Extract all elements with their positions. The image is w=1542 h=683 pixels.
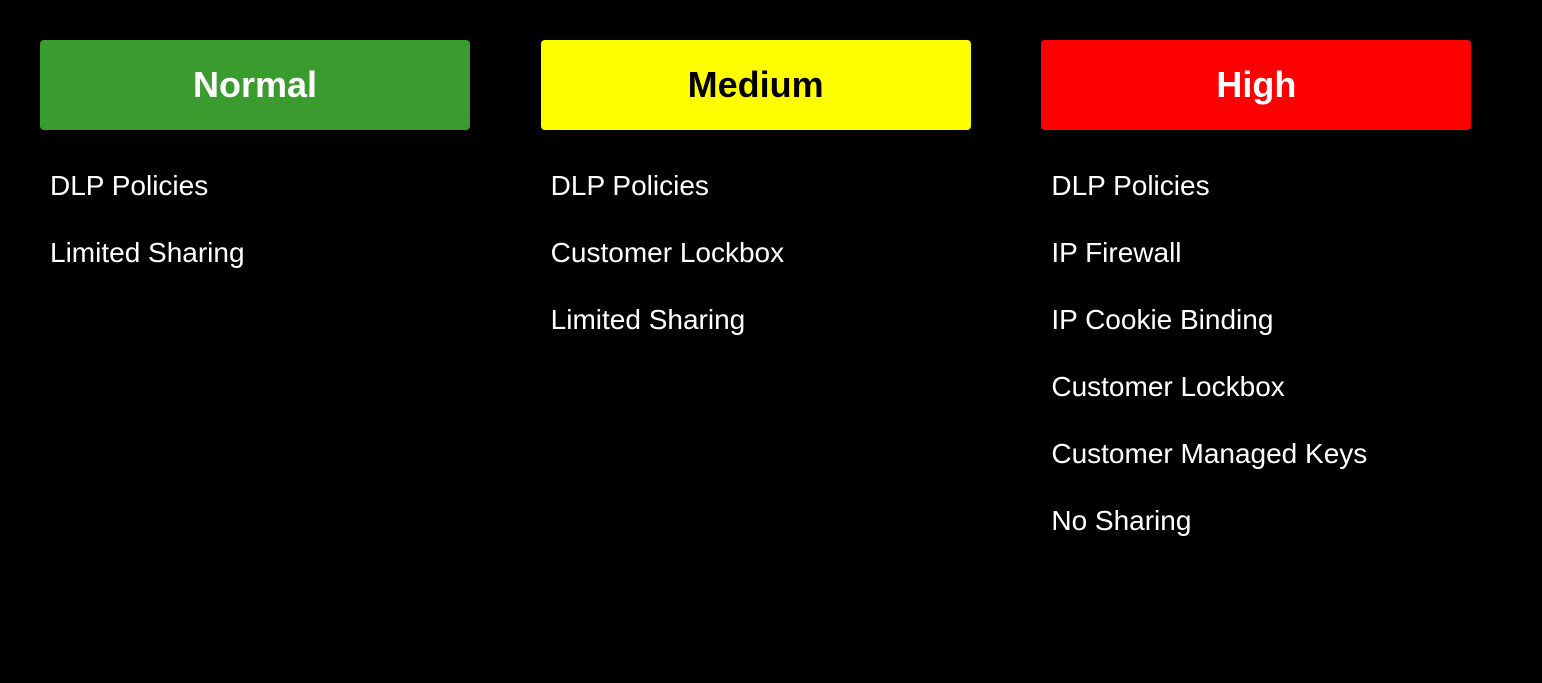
badge-medium: Medium [541,40,971,130]
badge-label-normal: Normal [193,64,317,106]
policy-item: DLP Policies [40,170,501,202]
policy-item: IP Firewall [1041,237,1502,269]
policy-item: Customer Lockbox [1041,371,1502,403]
policy-item: Customer Lockbox [541,237,1002,269]
policy-item: Customer Managed Keys [1041,438,1502,470]
policy-item: DLP Policies [541,170,1002,202]
main-container: Normal DLP Policies Limited Sharing Medium D… [0,0,1542,683]
badge-label-high: High [1216,64,1296,106]
policy-item: Limited Sharing [541,304,1002,336]
policy-item: Limited Sharing [40,237,501,269]
badge-label-medium: Medium [688,64,824,106]
badge-normal: Normal [40,40,470,130]
column-medium: Medium DLP Policies Customer Lockbox Limite… [521,40,1022,643]
policy-item: DLP Policies [1041,170,1502,202]
policy-item: IP Cookie Binding [1041,304,1502,336]
policy-item: No Sharing [1041,505,1502,537]
badge-high: High [1041,40,1471,130]
column-high: High DLP Policies IP Firewall IP Cookie Bin… [1021,40,1522,643]
column-normal: Normal DLP Policies Limited Sharing [20,40,521,643]
